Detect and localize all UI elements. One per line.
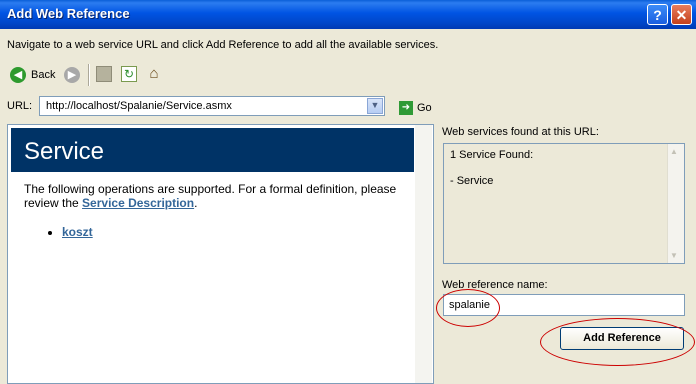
scroll-up-icon[interactable]: ▲	[670, 147, 678, 156]
results-label: Web services found at this URL:	[442, 126, 599, 138]
forward-button[interactable]: ▶	[64, 65, 80, 85]
service-banner: Service	[11, 128, 414, 172]
go-arrow-icon: ➜	[399, 101, 413, 115]
vertical-scrollbar[interactable]	[415, 125, 432, 383]
scroll-down-icon[interactable]: ▼	[670, 251, 678, 260]
annotation-circle	[540, 318, 695, 366]
operations-intro: The following operations are supported. …	[24, 182, 404, 210]
intro-text: The following operations are supported. …	[24, 182, 397, 210]
back-label: Back	[31, 69, 56, 81]
results-item: - Service	[450, 175, 494, 187]
home-icon[interactable]: ⌂	[146, 66, 162, 82]
intro-period: .	[194, 196, 198, 210]
back-arrow-icon: ◀	[10, 67, 26, 83]
help-button[interactable]: ?	[647, 4, 668, 25]
operation-list: koszt	[48, 225, 93, 239]
url-label: URL:	[7, 100, 33, 112]
service-description-link[interactable]: Service Description	[82, 196, 194, 210]
window-title: Add Web Reference	[7, 6, 130, 21]
forward-arrow-icon: ▶	[64, 67, 80, 83]
results-box: 1 Service Found: - Service ▲ ▼	[443, 143, 685, 264]
instruction-text: Navigate to a web service URL and click …	[7, 39, 439, 51]
service-title: Service	[24, 138, 105, 165]
bullet-icon	[48, 230, 52, 235]
title-bar: Add Web Reference ? ✕	[0, 0, 696, 29]
stop-icon[interactable]	[96, 66, 112, 82]
go-button[interactable]: ➜ Go	[399, 101, 432, 115]
annotation-circle	[436, 289, 500, 327]
chevron-down-icon[interactable]: ▼	[367, 98, 383, 114]
toolbar-separator	[88, 64, 90, 86]
results-scrollbar[interactable]: ▲ ▼	[667, 144, 684, 263]
back-button[interactable]: ◀ Back	[10, 65, 55, 85]
url-combobox[interactable]: http://localhost/Spalanie/Service.asmx ▼	[39, 96, 385, 116]
refresh-icon[interactable]: ↻	[121, 66, 137, 82]
url-input[interactable]: http://localhost/Spalanie/Service.asmx	[46, 100, 232, 112]
results-count: 1 Service Found:	[450, 149, 534, 161]
close-button[interactable]: ✕	[671, 4, 692, 25]
browser-pane[interactable]: Service The following operations are sup…	[7, 124, 434, 384]
go-label: Go	[417, 102, 432, 114]
operation-link[interactable]: koszt	[62, 225, 93, 239]
